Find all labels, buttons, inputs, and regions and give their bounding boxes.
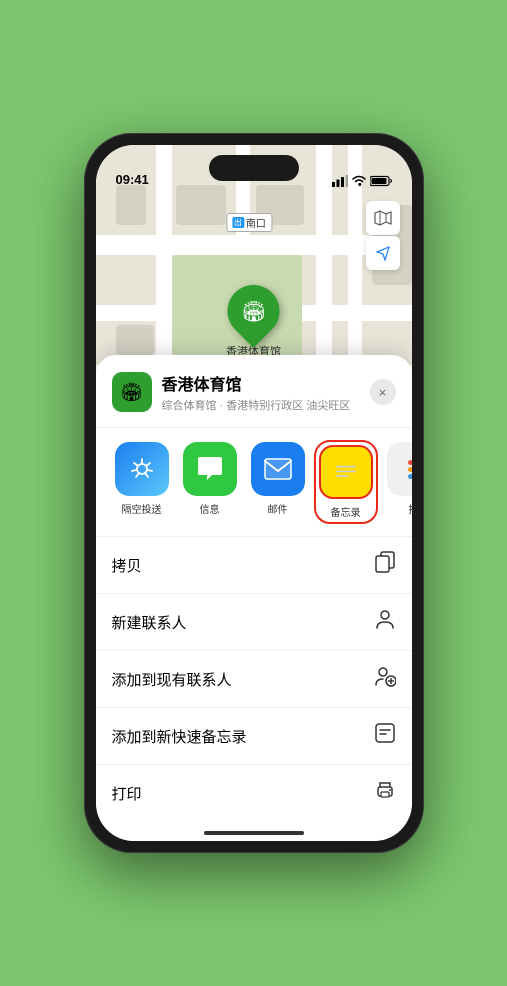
location-icon: 🏟 (112, 372, 152, 412)
new-contact-label: 新建联系人 (112, 612, 187, 633)
copy-icon (374, 551, 396, 579)
notes-label: 备忘录 (331, 504, 361, 519)
stadium-icon: 🏟 (241, 299, 266, 324)
stadium-marker: 🏟 香港体育馆 (226, 285, 281, 359)
airdrop-icon (115, 442, 169, 496)
entrance-icon: 出 (232, 217, 244, 228)
mail-label: 邮件 (268, 501, 288, 516)
action-list: 拷贝 新建联系人 (96, 537, 412, 821)
phone-screen: 09:41 (96, 145, 412, 841)
location-info: 香港体育馆 综合体育馆 · 香港特别行政区 油尖旺区 (162, 371, 370, 413)
status-time: 09:41 (116, 172, 149, 187)
wifi-icon (352, 175, 366, 187)
print-icon (374, 779, 396, 807)
map-south-entrance-label: 出 南口 (226, 213, 272, 232)
more-label: 推 (409, 501, 412, 516)
mail-icon (251, 442, 305, 496)
action-add-existing[interactable]: 添加到现有联系人 (96, 651, 412, 708)
battery-icon (370, 175, 392, 187)
phone-frame: 09:41 (84, 133, 424, 853)
location-arrow-icon (375, 245, 391, 261)
messages-label: 信息 (200, 501, 220, 516)
add-notes-icon (374, 722, 396, 750)
action-copy[interactable]: 拷贝 (96, 537, 412, 594)
map-controls (366, 201, 400, 270)
map-type-button[interactable] (366, 201, 400, 235)
location-name: 香港体育馆 (162, 371, 370, 395)
action-print[interactable]: 打印 (96, 765, 412, 821)
share-more[interactable]: 推 (384, 442, 412, 522)
share-notes[interactable]: 备忘录 (316, 442, 376, 522)
close-button[interactable]: × (370, 379, 396, 405)
more-icon (387, 442, 412, 496)
status-icons (332, 175, 392, 187)
new-contact-icon (374, 608, 396, 636)
share-airdrop[interactable]: 隔空投送 (112, 442, 172, 522)
home-indicator (204, 831, 304, 835)
share-mail[interactable]: 邮件 (248, 442, 308, 522)
location-button[interactable] (366, 236, 400, 270)
dynamic-island (209, 155, 299, 181)
add-existing-icon (374, 665, 396, 693)
location-desc: 综合体育馆 · 香港特别行政区 油尖旺区 (162, 397, 370, 413)
share-row: 隔空投送 信息 (96, 428, 412, 537)
location-header: 🏟 香港体育馆 综合体育馆 · 香港特别行政区 油尖旺区 × (96, 371, 412, 428)
action-new-contact[interactable]: 新建联系人 (96, 594, 412, 651)
action-add-notes[interactable]: 添加到新快速备忘录 (96, 708, 412, 765)
print-label: 打印 (112, 783, 142, 804)
add-existing-label: 添加到现有联系人 (112, 669, 232, 690)
airdrop-label: 隔空投送 (122, 501, 162, 516)
bottom-sheet: 🏟 香港体育馆 综合体育馆 · 香港特别行政区 油尖旺区 × (96, 355, 412, 841)
notes-icon (319, 445, 373, 499)
share-messages[interactable]: 信息 (180, 442, 240, 522)
signal-icon (332, 175, 348, 187)
copy-label: 拷贝 (112, 555, 142, 576)
marker-pin: 🏟 (217, 274, 291, 348)
messages-icon (183, 442, 237, 496)
add-notes-label: 添加到新快速备忘录 (112, 726, 247, 747)
